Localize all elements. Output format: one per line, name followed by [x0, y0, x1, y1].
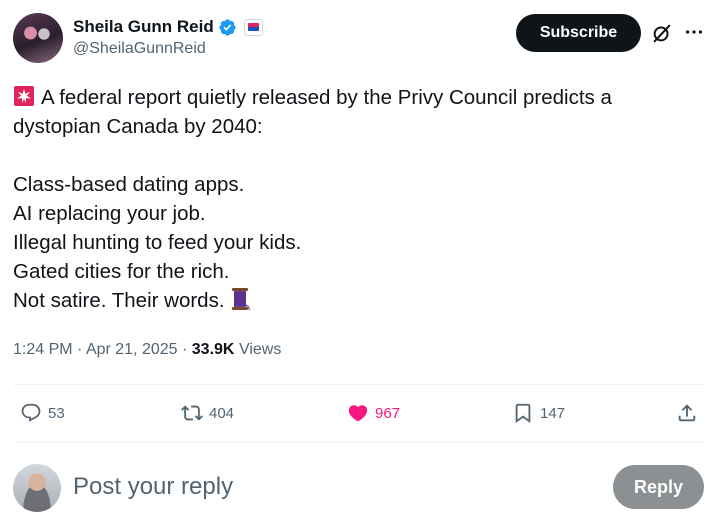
author-handle[interactable]: @SheilaGunnReid: [73, 40, 206, 58]
tweet-line-5: Illegal hunting to feed your kids.: [13, 231, 302, 254]
reply-input[interactable]: [73, 472, 493, 502]
current-user-avatar[interactable]: [13, 464, 61, 512]
tweet-date[interactable]: Apr 21, 2025: [86, 341, 178, 358]
tweet-line-3: Class-based dating apps.: [13, 173, 245, 196]
bookmark-action[interactable]: 147: [512, 395, 565, 431]
thread-emoji-icon: [231, 288, 250, 311]
repost-icon: [181, 405, 203, 421]
tweet-line-1: A federal report quietly released by the…: [41, 86, 612, 109]
author-name-row: Sheila Gunn Reid: [73, 16, 263, 38]
affiliate-badge-icon[interactable]: [243, 18, 263, 36]
tweet-line-7: Not satire. Their words.: [13, 289, 225, 312]
verified-badge-icon[interactable]: [218, 18, 237, 37]
tweet-text: A federal report quietly released by the…: [13, 83, 703, 315]
reply-icon: [21, 403, 41, 422]
reply-count: 53: [48, 404, 65, 422]
divider: [13, 384, 706, 385]
police-light-emoji-icon: [14, 86, 34, 106]
bookmark-count: 147: [540, 404, 566, 422]
views-count: 33.9K: [191, 341, 235, 358]
repost-action[interactable]: 404: [181, 395, 234, 431]
tweet-line-2: dystopian Canada by 2040:: [13, 115, 263, 138]
reply-composer: Reply: [13, 462, 706, 514]
action-bar: 53 404 967 147: [13, 395, 706, 431]
divider: [13, 442, 706, 443]
share-action[interactable]: [676, 395, 698, 431]
views-label: Views: [238, 341, 282, 358]
reply-button[interactable]: Reply: [613, 465, 704, 509]
grok-icon[interactable]: [651, 22, 673, 44]
share-icon: [678, 404, 696, 422]
more-options-icon[interactable]: [682, 20, 706, 44]
repost-count: 404: [209, 404, 235, 422]
reply-action[interactable]: 53: [20, 395, 65, 431]
tweet-meta: 1:24 PM · Apr 21, 2025 · 33.9K Views: [13, 341, 281, 359]
tweet-line: Not satire. Their words.: [13, 286, 703, 315]
tweet-line-6: Gated cities for the rich.: [13, 260, 230, 283]
meta-separator: ·: [177, 341, 192, 358]
tweet-time[interactable]: 1:24 PM: [13, 341, 73, 358]
author-avatar[interactable]: [13, 13, 63, 63]
heart-filled-icon: [348, 405, 368, 422]
subscribe-button[interactable]: Subscribe: [516, 14, 641, 52]
like-action[interactable]: 967: [347, 395, 400, 431]
tweet-line-4: AI replacing your job.: [13, 202, 206, 225]
author-display-name[interactable]: Sheila Gunn Reid: [73, 17, 214, 37]
like-count: 967: [375, 404, 401, 422]
tweet-line: A federal report quietly released by the…: [13, 83, 703, 112]
meta-separator: ·: [72, 341, 86, 358]
bookmark-icon: [515, 403, 531, 424]
tweet-header: Sheila Gunn Reid @SheilaGunnReid Subscri…: [13, 12, 713, 66]
